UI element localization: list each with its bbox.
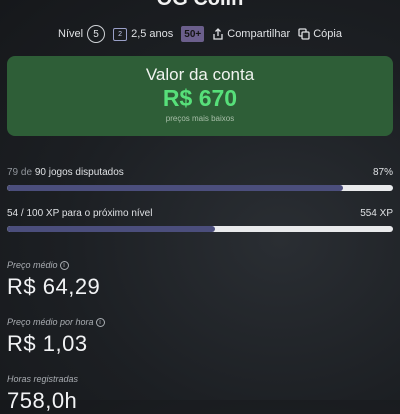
- avg-hour-label: Preço médio por hora: [7, 317, 94, 327]
- share-label: Compartilhar: [227, 28, 291, 40]
- games-progress-fill: [7, 185, 343, 191]
- share-button[interactable]: Compartilhar: [212, 28, 290, 40]
- level-label: Nível: [58, 28, 84, 40]
- copy-label: Cópia: [313, 28, 342, 40]
- copy-button[interactable]: Cópia: [298, 28, 342, 40]
- account-age: 2 2,5 anos: [113, 27, 174, 41]
- xp-progress-fill: [7, 226, 216, 232]
- games-total: 90: [34, 167, 46, 178]
- fifty-plus-badge: 50+: [181, 26, 205, 42]
- copy-icon: [298, 28, 310, 40]
- xp-progress: 54 / 100 XP para o próximo nível 554 XP: [7, 207, 393, 232]
- games-progress-bar: [7, 185, 393, 191]
- avg-hour-value: R$ 1,03: [7, 331, 88, 356]
- games-progress: 79 de 90 jogos disputados 87%: [7, 166, 393, 191]
- info-icon[interactable]: i: [59, 260, 69, 270]
- account-age-label: 2,5 anos: [131, 28, 174, 40]
- games-of: de: [20, 167, 33, 178]
- xp-total: 554 XP: [360, 208, 393, 219]
- hours-label: Horas registradas: [7, 374, 79, 384]
- games-suffix: jogos disputados: [48, 167, 124, 178]
- profile-name: OG Colin: [0, 0, 400, 11]
- games-percent: 87%: [372, 167, 393, 178]
- hours-value: 758,0h: [7, 388, 78, 413]
- account-value-title: Valor da conta: [145, 65, 255, 84]
- share-icon: [212, 28, 224, 40]
- account-value-subtitle: preços mais baixos: [165, 114, 235, 123]
- account-value-amount: R$ 670: [162, 85, 238, 111]
- info-icon[interactable]: i: [95, 317, 105, 327]
- hours-stat: Horas registradas 758,0h: [7, 374, 78, 414]
- account-value-card: Valor da conta R$ 670 preços mais baixos: [7, 56, 393, 136]
- xp-progress-bar: [7, 226, 393, 232]
- calendar-icon: 2: [113, 27, 128, 41]
- games-played: 79: [7, 167, 19, 178]
- xp-progress-label: 54 / 100 XP para o próximo nível: [7, 208, 153, 219]
- avg-price-stat: Preço médio i R$ 64,29: [7, 260, 100, 300]
- avg-hour-stat: Preço médio por hora i R$ 1,03: [7, 317, 105, 357]
- avg-price-value: R$ 64,29: [7, 274, 101, 299]
- games-progress-label: 79 de 90 jogos disputados: [7, 166, 124, 180]
- profile-meta-row: Nível 5 2 2,5 anos 50+ Compartilhar Cópi…: [0, 23, 400, 45]
- games-count-badge: 50+: [181, 26, 205, 42]
- avg-price-label: Preço médio: [7, 260, 58, 270]
- level-indicator: Nível 5: [58, 25, 106, 43]
- level-badge: 5: [87, 25, 106, 43]
